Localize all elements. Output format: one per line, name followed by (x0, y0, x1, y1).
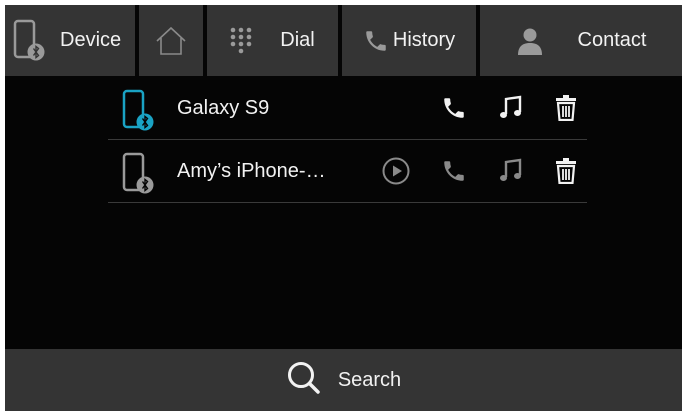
phone-bluetooth-icon (121, 152, 155, 201)
search-icon (286, 360, 322, 401)
phone-icon (363, 28, 389, 54)
trash-icon[interactable] (550, 92, 582, 124)
device-row[interactable]: Galaxy S9 (108, 77, 587, 140)
person-icon (516, 27, 544, 55)
dialpad-icon (230, 27, 252, 55)
play-icon[interactable] (380, 155, 412, 187)
tab-dial-label: Dial (280, 29, 315, 51)
phone-screen: Device Dial History Contact Galaxy S9 Am… (5, 5, 682, 411)
device-name: Amy’s iPhone-… (177, 160, 326, 182)
search-label: Search (337, 368, 402, 391)
tab-bar: Device Dial History Contact (5, 5, 682, 76)
device-list: Galaxy S9 Amy’s iPhone-… (108, 77, 587, 203)
tab-history[interactable]: History (342, 5, 480, 76)
music-note-icon[interactable] (495, 155, 527, 187)
tab-home[interactable] (139, 5, 207, 76)
phone-icon[interactable] (438, 155, 470, 187)
tab-device[interactable]: Device (5, 5, 139, 76)
tab-contact[interactable]: Contact (480, 5, 682, 76)
device-name: Galaxy S9 (177, 97, 270, 119)
tab-device-label: Device (60, 29, 122, 51)
home-icon (155, 26, 187, 56)
phone-icon[interactable] (438, 92, 470, 124)
trash-icon[interactable] (550, 155, 582, 187)
tab-contact-label: Contact (577, 29, 647, 51)
tab-dial[interactable]: Dial (207, 5, 342, 76)
phone-bluetooth-icon (12, 19, 46, 63)
music-note-icon[interactable] (495, 92, 527, 124)
device-row[interactable]: Amy’s iPhone-… (108, 140, 587, 203)
search-button[interactable]: Search (5, 349, 682, 411)
tab-history-label: History (392, 29, 456, 51)
phone-bluetooth-icon (121, 89, 155, 138)
